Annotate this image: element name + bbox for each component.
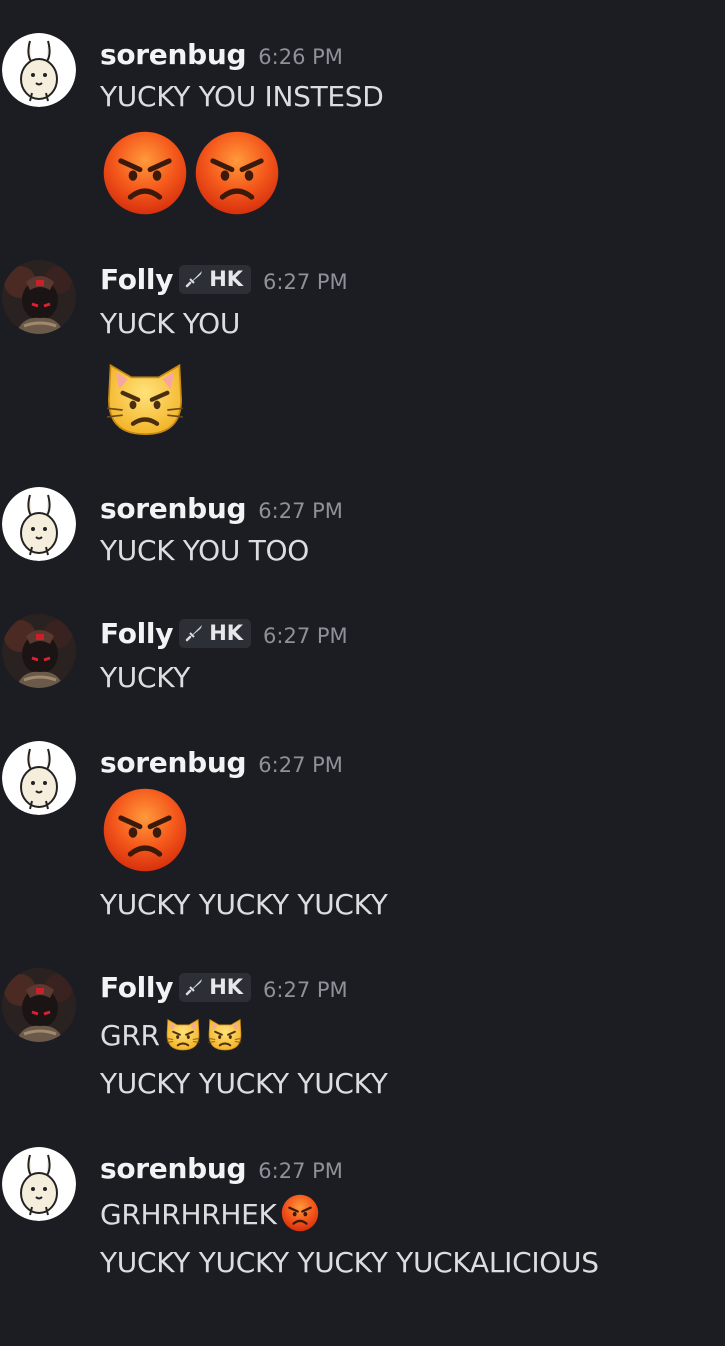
timestamp: 6:27 PM — [258, 499, 343, 523]
angry-face-emoji — [102, 787, 188, 873]
avatar[interactable] — [2, 260, 76, 334]
timestamp: 6:27 PM — [258, 753, 343, 777]
timestamp: 6:27 PM — [263, 978, 348, 1002]
pouting-cat-emoji — [206, 1015, 244, 1053]
avatar[interactable] — [2, 741, 76, 815]
author-name[interactable]: Folly — [100, 263, 173, 296]
author-name[interactable]: sorenbug — [100, 492, 247, 525]
author-name[interactable]: sorenbug — [100, 746, 247, 779]
author-name[interactable]: Folly — [100, 971, 173, 1004]
sword-icon — [185, 976, 205, 996]
role-tag[interactable]: HK — [179, 265, 252, 294]
timestamp: 6:27 PM — [263, 624, 348, 648]
author-name[interactable]: Folly — [100, 617, 173, 650]
pouting-cat-emoji — [164, 1015, 202, 1053]
angry-face-emoji — [102, 130, 188, 216]
message-text: YUCK YOU TOO — [100, 534, 309, 567]
author-name[interactable]: sorenbug — [100, 38, 247, 71]
avatar[interactable] — [2, 1147, 76, 1221]
avatar[interactable] — [2, 487, 76, 561]
angry-face-emoji — [281, 1194, 319, 1232]
message-text: GRR — [100, 1015, 244, 1053]
role-tag[interactable]: HK — [179, 973, 252, 1002]
timestamp: 6:27 PM — [263, 270, 348, 294]
author-name[interactable]: sorenbug — [100, 1152, 247, 1185]
sword-icon — [185, 268, 205, 288]
role-tag[interactable]: HK — [179, 619, 252, 648]
pouting-cat-emoji — [102, 355, 188, 441]
message-text: GRHRHRHEK — [100, 1194, 319, 1232]
message-text: YUCKY YUCKY YUCKY YUCKALICIOUS — [100, 1246, 599, 1279]
message-text: YUCKY YOU INSTESD — [100, 80, 384, 113]
avatar[interactable] — [2, 968, 76, 1042]
angry-face-emoji — [194, 130, 280, 216]
message-text: YUCKY — [100, 661, 191, 694]
message-text: YUCK YOU — [100, 307, 241, 340]
message-text: YUCKY YUCKY YUCKY — [100, 1067, 388, 1100]
message-text: YUCKY YUCKY YUCKY — [100, 888, 388, 921]
timestamp: 6:27 PM — [258, 1159, 343, 1183]
timestamp: 6:26 PM — [258, 45, 343, 69]
sword-icon — [185, 622, 205, 642]
avatar[interactable] — [2, 33, 76, 107]
avatar[interactable] — [2, 614, 76, 688]
